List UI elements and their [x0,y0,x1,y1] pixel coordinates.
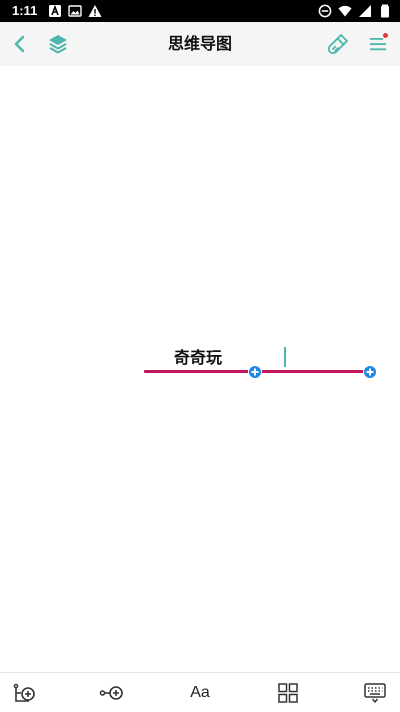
theme-brush-button[interactable] [318,22,358,66]
do-not-disturb-icon [318,4,332,18]
back-icon [14,35,25,53]
brush-icon [327,34,348,55]
add-topic-icon [13,683,35,702]
status-bar: 1:11 [0,0,400,22]
mindmap-canvas[interactable]: 奇奇玩 [0,66,400,672]
warning-icon [88,5,102,17]
root-node-text[interactable]: 奇奇玩 [174,344,222,368]
a-notification-icon [49,4,61,17]
signal-icon [359,5,371,17]
add-child-topic-icon [99,686,123,700]
keyboard-icon [364,683,386,704]
status-right-icons [318,4,392,18]
menu-button[interactable] [358,22,398,66]
plus-icon [251,368,259,376]
layout-grid-button[interactable] [266,673,310,712]
text-style-icon: Aa [190,684,210,701]
wifi-icon [338,5,352,17]
text-cursor [284,347,286,367]
add-node-button-end[interactable] [363,365,377,379]
status-left-icons [48,4,102,18]
keyboard-button[interactable] [353,673,397,712]
layers-icon [49,35,67,54]
status-time: 1:11 [12,3,38,18]
add-child-topic-button[interactable] [90,673,134,712]
app-toolbar: 思维导图 [0,22,400,66]
layers-button[interactable] [38,22,78,66]
menu-icon [370,38,386,51]
bottom-toolbar: Aa [0,672,400,712]
image-notification-icon [68,5,82,17]
back-button[interactable] [0,22,40,66]
text-style-button[interactable]: Aa [178,673,222,712]
add-topic-button[interactable] [3,673,47,712]
plus-icon [366,368,374,376]
layout-grid-icon [278,683,298,703]
add-node-button[interactable] [248,365,262,379]
battery-icon [381,4,389,18]
notification-dot [383,33,388,38]
